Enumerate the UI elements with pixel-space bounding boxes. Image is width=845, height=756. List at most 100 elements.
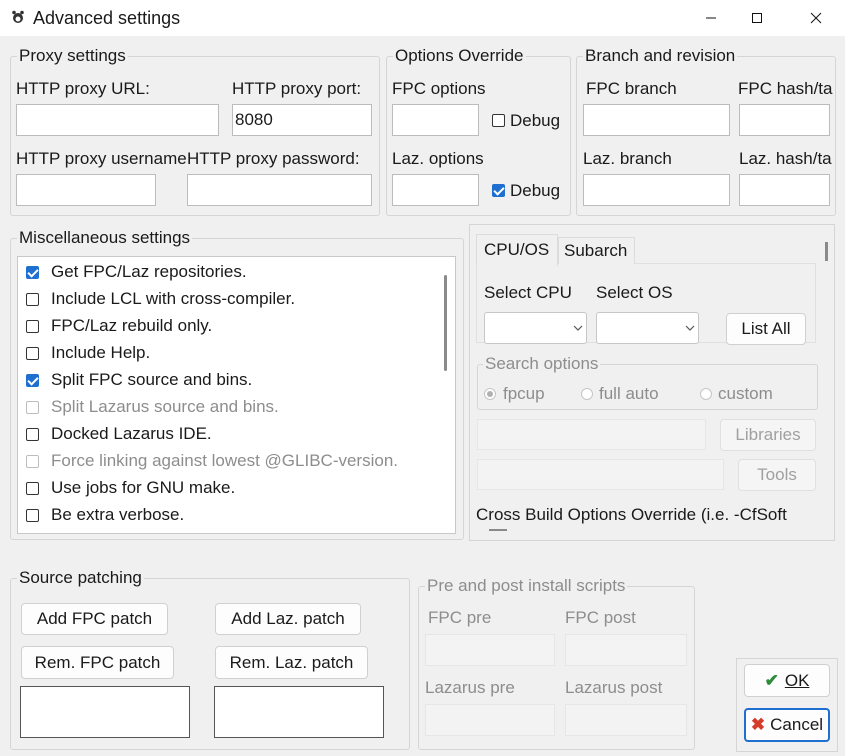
fpc-debug-label: Debug <box>510 111 561 130</box>
proxy-password-label: HTTP proxy password: <box>187 149 360 169</box>
lazarus-post-input[interactable] <box>565 704 687 736</box>
tab-cpu-os[interactable]: CPU/OS <box>476 234 558 266</box>
list-item-label: Use jobs for GNU make. <box>51 478 236 497</box>
laz-hash-label: Laz. hash/ta <box>739 149 832 168</box>
branch-revision-title: Branch and revision <box>583 46 738 66</box>
list-item-checkbox[interactable] <box>26 293 39 306</box>
lazarus-paw-icon <box>10 9 26 25</box>
fpc-hash-label: FPC hash/ta <box>738 79 833 98</box>
list-item-checkbox[interactable] <box>26 482 39 495</box>
fpc-options-label: FPC options <box>392 79 486 98</box>
fpc-pre-label: FPC pre <box>428 608 492 627</box>
tools-button[interactable]: Tools <box>738 459 816 491</box>
laz-branch-label: Laz. branch <box>583 149 672 168</box>
radio-full-auto[interactable] <box>581 388 593 400</box>
radio-custom-label: custom <box>718 384 773 403</box>
fpc-debug-checkbox[interactable] <box>492 114 505 127</box>
select-os-label: Select OS <box>596 283 673 302</box>
ok-button[interactable]: ✔ OK <box>744 664 830 697</box>
cancel-button[interactable]: ✖ Cancel <box>744 708 830 742</box>
list-item-label: Split Lazarus source and bins. <box>51 397 279 416</box>
fpc-post-input[interactable] <box>565 634 687 666</box>
minimize-button[interactable] <box>688 0 734 36</box>
laz-options-input[interactable] <box>392 174 479 206</box>
close-button[interactable] <box>793 0 839 36</box>
cancel-x-icon: ✖ <box>750 715 766 734</box>
fpc-options-input[interactable] <box>392 104 479 136</box>
rem-fpc-patch-button[interactable]: Rem. FPC patch <box>21 646 174 679</box>
list-item-label: Get FPC/Laz repositories. <box>51 262 247 281</box>
minimize-icon <box>706 17 716 19</box>
list-item-label: Split FPC source and bins. <box>51 370 253 389</box>
fpc-branch-input[interactable] <box>583 104 730 136</box>
list-item-label: Force linking against lowest @GLIBC-vers… <box>51 451 399 470</box>
chevron-down-icon <box>685 325 695 331</box>
source-patching-title: Source patching <box>17 568 144 588</box>
cross-build-override-label: Cross Build Options Override (i.e. -CfSo… <box>476 505 787 524</box>
window-title: Advanced settings <box>33 8 181 28</box>
chevron-down-icon <box>573 325 583 331</box>
radio-custom[interactable] <box>700 388 712 400</box>
proxy-port-label: HTTP proxy port: <box>232 79 362 98</box>
libraries-path-input[interactable] <box>477 419 706 450</box>
list-item-label: Docked Lazarus IDE. <box>51 424 212 443</box>
radio-fpcup-label: fpcup <box>503 384 545 403</box>
radio-fpcup[interactable] <box>484 388 496 400</box>
maximize-icon <box>752 13 762 23</box>
proxy-url-label: HTTP proxy URL: <box>16 79 150 98</box>
list-item-label: Include LCL with cross-compiler. <box>51 289 296 308</box>
laz-debug-label: Debug <box>510 181 561 200</box>
list-item-checkbox[interactable] <box>26 509 39 522</box>
fpc-pre-input[interactable] <box>425 634 555 666</box>
laz-debug-checkbox[interactable] <box>492 184 505 197</box>
proxy-port-input[interactable]: 8080 <box>232 104 372 136</box>
laz-branch-input[interactable] <box>583 174 730 206</box>
laz-options-label: Laz. options <box>392 149 484 168</box>
select-cpu-label: Select CPU <box>484 283 572 302</box>
list-item-checkbox[interactable] <box>26 347 39 360</box>
select-os-combo[interactable] <box>596 312 699 344</box>
laz-hash-input[interactable] <box>739 174 830 206</box>
list-all-button[interactable]: List All <box>726 313 806 345</box>
fpc-post-label: FPC post <box>565 608 636 627</box>
add-laz-patch-button[interactable]: Add Laz. patch <box>215 603 361 635</box>
list-item-checkbox[interactable] <box>26 401 39 414</box>
lazarus-post-label: Lazarus post <box>565 678 663 697</box>
list-item-checkbox[interactable] <box>26 320 39 333</box>
list-item-checkbox[interactable] <box>26 428 39 441</box>
branch-revision-group: FPC branch FPC hash/ta Laz. branch Laz. … <box>576 56 836 216</box>
laz-patch-list[interactable] <box>214 686 384 738</box>
proxy-password-input[interactable] <box>187 174 372 206</box>
list-item-label: Be extra verbose. <box>51 505 185 524</box>
fpc-hash-input[interactable] <box>739 104 830 136</box>
proxy-username-label: HTTP proxy username: <box>16 149 192 168</box>
list-item-checkbox[interactable] <box>26 266 39 279</box>
radio-full-auto-label: full auto <box>599 384 659 403</box>
fpc-patch-list[interactable] <box>20 686 190 738</box>
list-scrollbar-thumb[interactable] <box>444 275 447 371</box>
title-bar: Advanced settings <box>0 0 845 36</box>
misc-settings-title: Miscellaneous settings <box>17 228 193 248</box>
proxy-settings-title: Proxy settings <box>17 46 128 66</box>
select-cpu-combo[interactable] <box>484 312 587 344</box>
tab-subarch[interactable]: Subarch <box>558 237 635 264</box>
list-item-label: Include Help. <box>51 343 151 362</box>
close-icon <box>810 12 822 24</box>
tools-path-input[interactable] <box>477 459 724 490</box>
options-override-title: Options Override <box>393 46 526 66</box>
fpc-branch-label: FPC branch <box>586 79 677 98</box>
add-fpc-patch-button[interactable]: Add FPC patch <box>21 603 168 635</box>
proxy-port-value: 8080 <box>235 110 273 129</box>
libraries-button[interactable]: Libraries <box>720 419 816 451</box>
maximize-button[interactable] <box>734 0 780 36</box>
proxy-url-input[interactable] <box>16 104 219 136</box>
list-item-checkbox[interactable] <box>26 455 39 468</box>
lazarus-pre-label: Lazarus pre <box>425 678 515 697</box>
rem-laz-patch-button[interactable]: Rem. Laz. patch <box>215 646 368 679</box>
horizontal-scrollbar-thumb[interactable] <box>489 529 507 531</box>
proxy-username-input[interactable] <box>16 174 156 206</box>
panel-scrollbar-thumb[interactable] <box>825 242 828 261</box>
search-options-title: Search options <box>483 354 601 374</box>
lazarus-pre-input[interactable] <box>425 704 555 736</box>
list-item-checkbox[interactable] <box>26 374 39 387</box>
